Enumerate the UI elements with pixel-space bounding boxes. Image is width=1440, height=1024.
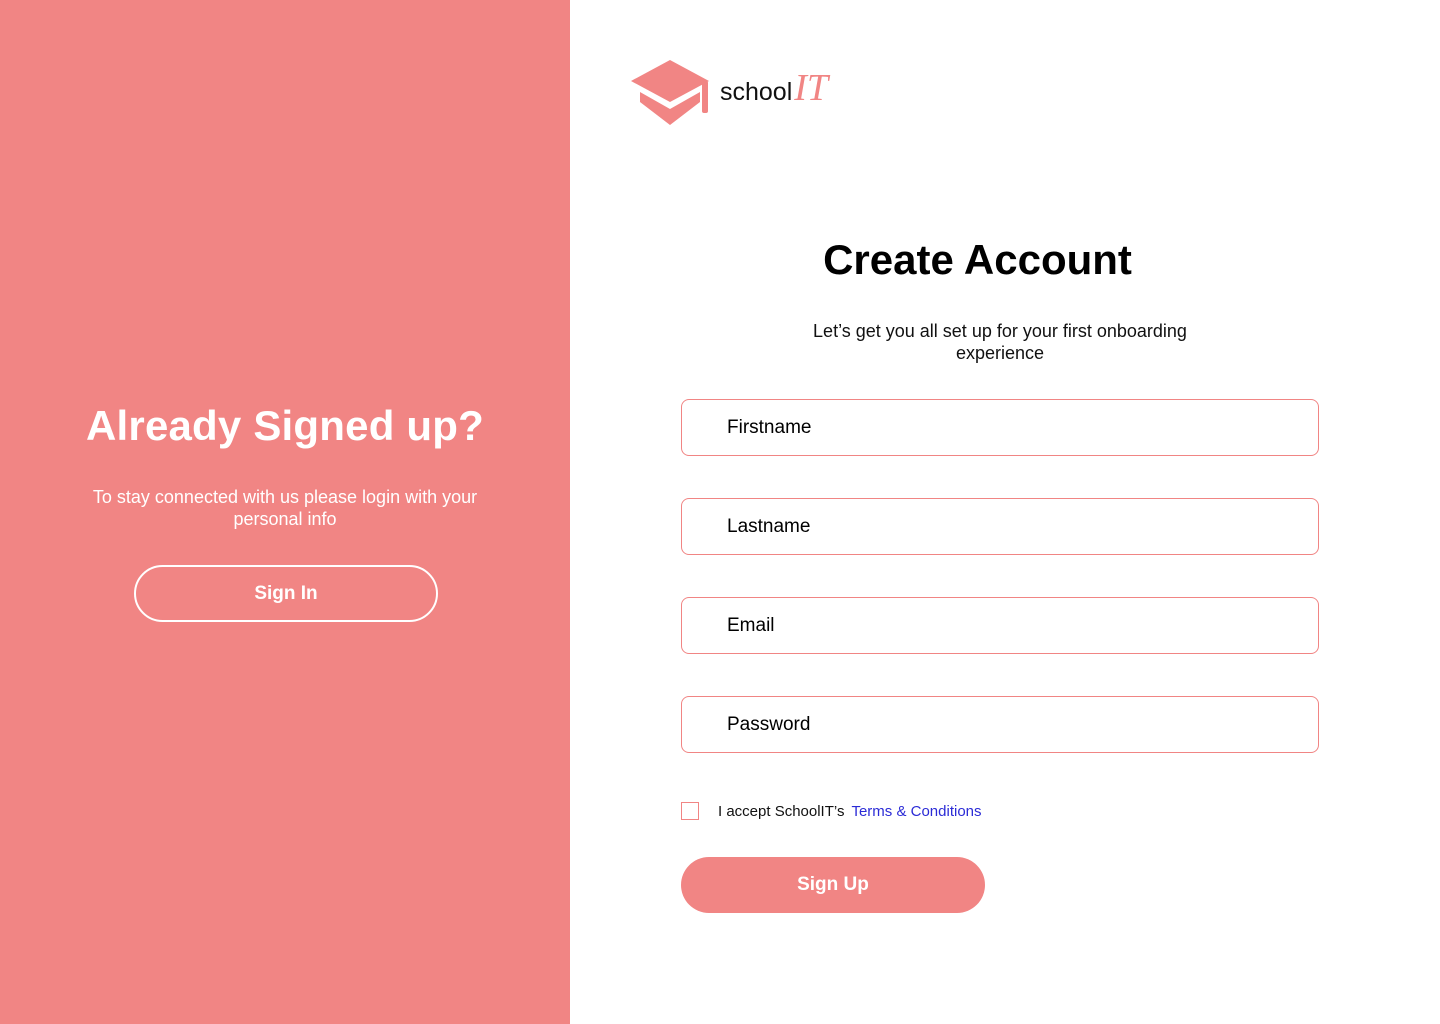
- logo-wordmark: school IT: [720, 66, 828, 110]
- lastname-field[interactable]: [681, 498, 1319, 555]
- logo: school IT: [630, 58, 828, 126]
- signup-form-panel: school IT Create Account Let’s get you a…: [570, 0, 1440, 1024]
- terms-row: I accept SchoolIT’s Terms & Conditions: [681, 802, 982, 820]
- terms-label: I accept SchoolIT’s: [718, 802, 845, 820]
- logo-it-text: IT: [794, 67, 829, 109]
- signup-page: Already Signed up? To stay connected wit…: [0, 0, 1440, 1024]
- signin-promo-subtitle: To stay connected with us please login w…: [92, 487, 478, 529]
- terms-link[interactable]: Terms & Conditions: [851, 803, 981, 820]
- email-field[interactable]: [681, 597, 1319, 654]
- logo-school-text: school: [720, 78, 793, 106]
- signin-promo-title: Already Signed up?: [86, 402, 484, 449]
- terms-checkbox[interactable]: [681, 802, 699, 820]
- signin-promo-panel: Already Signed up? To stay connected wit…: [0, 0, 570, 1024]
- page-title: Create Account: [823, 236, 1132, 283]
- page-subtitle: Let’s get you all set up for your first …: [813, 321, 1187, 363]
- signin-button[interactable]: Sign In: [134, 565, 438, 622]
- firstname-field[interactable]: [681, 399, 1319, 456]
- signup-button[interactable]: Sign Up: [681, 857, 985, 913]
- password-field[interactable]: [681, 696, 1319, 753]
- graduation-cap-icon: [631, 60, 709, 125]
